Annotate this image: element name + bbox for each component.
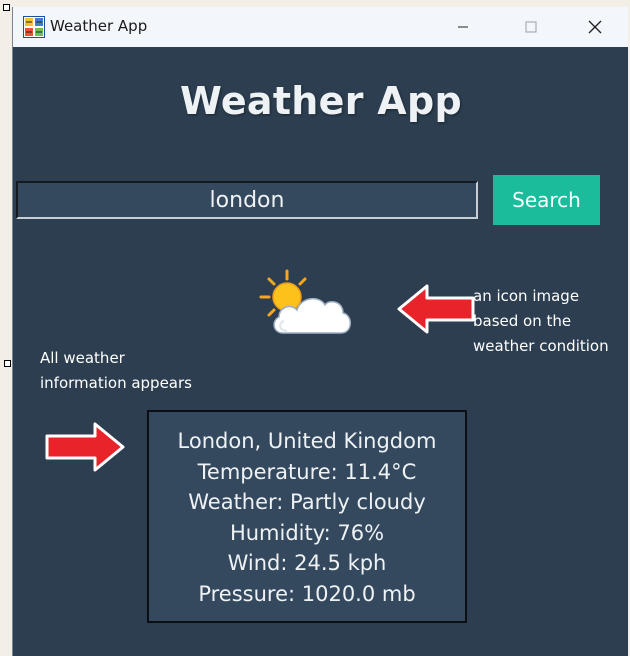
arrow-left-icon bbox=[397, 284, 475, 334]
resize-handle-top-left[interactable] bbox=[3, 4, 10, 11]
location-text: London, United Kingdom bbox=[177, 429, 437, 453]
arrow-right-icon bbox=[45, 422, 125, 472]
search-button[interactable]: Search bbox=[493, 175, 600, 225]
window-title: Weather App bbox=[50, 17, 148, 35]
minimize-button[interactable] bbox=[440, 7, 486, 47]
screen: Weather App Weather App Search bbox=[0, 0, 630, 656]
app-window: Weather App Weather App Search bbox=[12, 7, 628, 656]
temperature-text: Temperature: 11.4°C bbox=[197, 459, 417, 484]
minimize-icon bbox=[458, 26, 468, 28]
icon-annotation: an icon image based on the weather condi… bbox=[473, 284, 628, 359]
resize-handle-left[interactable] bbox=[4, 360, 11, 367]
maximize-button[interactable] bbox=[508, 7, 554, 47]
info-annotation-line: information appears bbox=[40, 374, 192, 392]
humidity-text: Humidity: 76% bbox=[229, 520, 385, 545]
wind-text: Wind: 24.5 kph bbox=[227, 551, 387, 575]
maximize-icon bbox=[525, 21, 537, 33]
app-icon bbox=[23, 16, 45, 38]
close-icon bbox=[588, 20, 602, 34]
search-input[interactable] bbox=[16, 181, 478, 219]
app-heading: Weather App bbox=[179, 79, 463, 123]
icon-annotation-line: weather condition bbox=[473, 337, 609, 355]
title-bar[interactable]: Weather App bbox=[13, 7, 628, 47]
close-button[interactable] bbox=[572, 7, 618, 47]
partly-cloudy-icon bbox=[259, 269, 351, 334]
icon-annotation-line: based on the bbox=[473, 312, 572, 330]
pressure-text: Pressure: 1020.0 mb bbox=[198, 581, 416, 606]
info-annotation: All weather information appears bbox=[40, 346, 240, 396]
weather-condition-text: Weather: Partly cloudy bbox=[188, 490, 426, 514]
icon-annotation-line: an icon image bbox=[473, 287, 580, 305]
info-annotation-line: All weather bbox=[40, 349, 125, 367]
weather-info-panel: London, United Kingdom Temperature: 11.4… bbox=[147, 410, 467, 623]
